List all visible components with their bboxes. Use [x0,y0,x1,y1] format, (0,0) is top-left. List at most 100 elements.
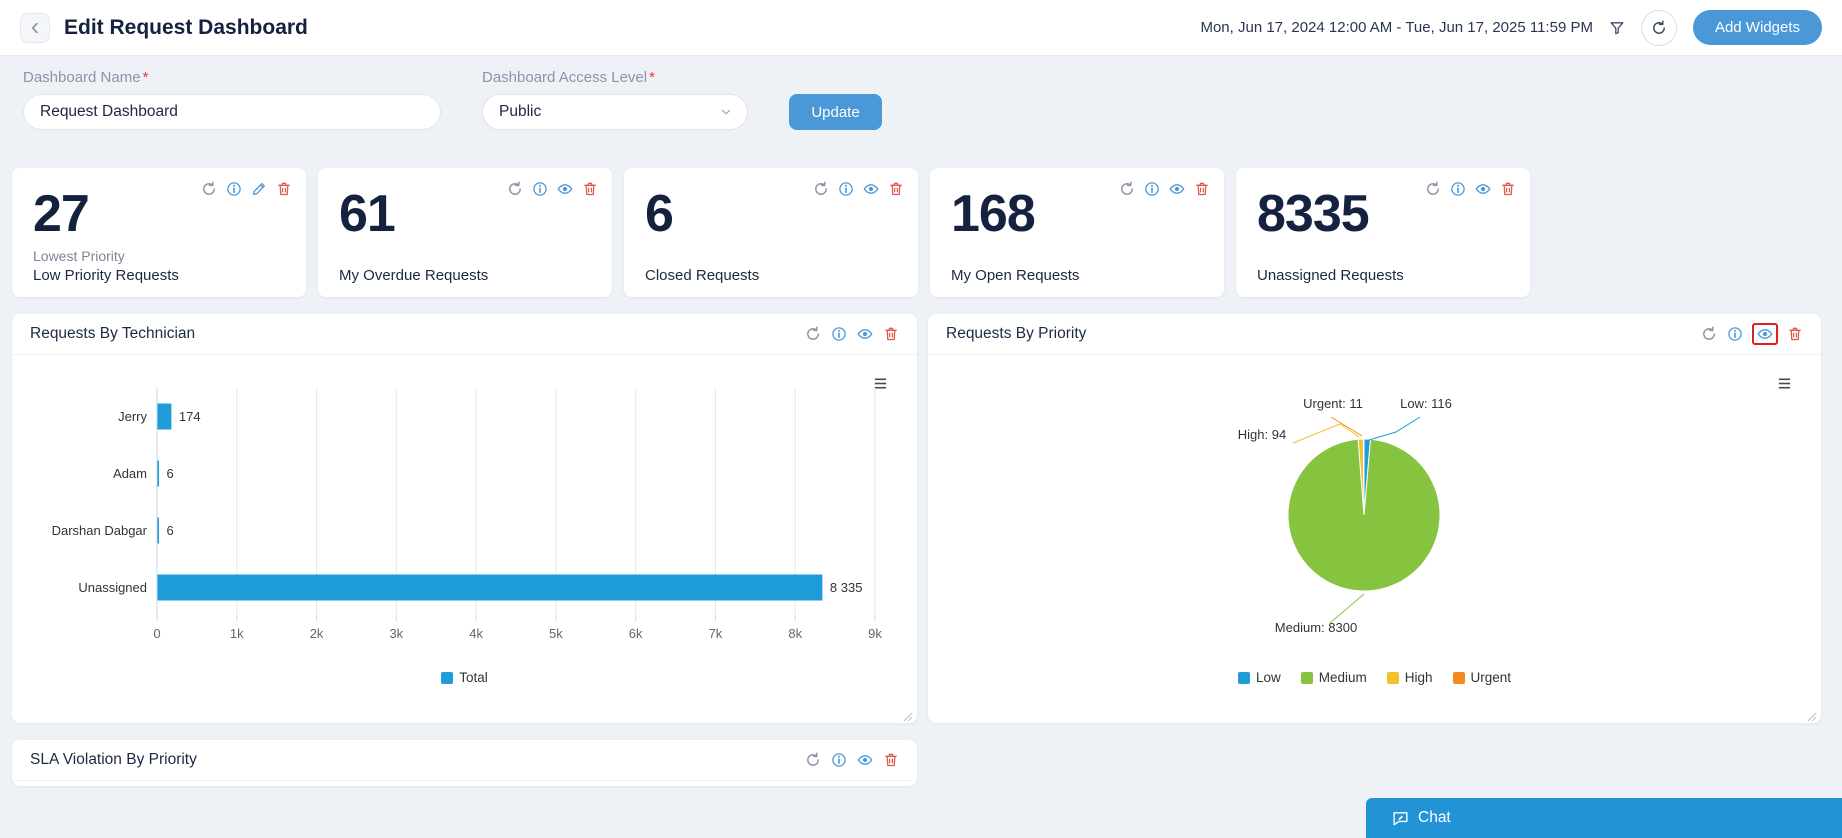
widget-requests-by-priority: Requests By Priority Low: 116Medium: 830… [928,314,1821,723]
trash-icon[interactable] [883,752,899,768]
back-button[interactable] [20,13,50,43]
pie-data-label: Urgent: 11 [1303,396,1363,411]
dashboard-name-label: Dashboard Name* [23,69,148,86]
refresh-icon[interactable] [201,181,217,197]
resize-handle[interactable] [1807,709,1817,719]
legend-item-high[interactable]: High [1387,670,1433,685]
trash-icon[interactable] [276,181,292,197]
filter-icon[interactable] [1609,20,1625,36]
legend-label: Medium [1319,670,1367,685]
widget-title: Requests By Technician [30,325,195,343]
trash-icon[interactable] [1500,181,1516,197]
refresh-icon[interactable] [805,326,821,342]
refresh-icon [1651,20,1667,36]
pie-data-label: Low: 116 [1400,396,1452,411]
refresh-icon[interactable] [1425,181,1441,197]
pie-data-label: High: 94 [1238,427,1286,442]
svg-text:Unassigned: Unassigned [78,580,147,595]
trash-icon[interactable] [582,181,598,197]
stat-title: Low Priority Requests [33,266,179,286]
info-icon[interactable] [532,181,548,197]
eye-icon[interactable] [1757,326,1773,342]
refresh-icon[interactable] [813,181,829,197]
highlight-box [1752,323,1778,345]
legend-item-medium[interactable]: Medium [1301,670,1367,685]
stat-value: 6 [645,188,673,240]
eye-icon[interactable] [857,752,873,768]
trash-icon[interactable] [1194,181,1210,197]
refresh-icon[interactable] [1119,181,1135,197]
legend-swatch [1238,672,1250,684]
info-icon[interactable] [1450,181,1466,197]
info-icon[interactable] [838,181,854,197]
svg-text:7k: 7k [709,626,723,641]
legend-swatch [1301,672,1313,684]
trash-icon[interactable] [883,326,899,342]
info-icon[interactable] [1727,326,1743,342]
svg-text:5k: 5k [549,626,563,641]
stat-card-my-overdue: 61 My Overdue Requests [318,168,612,297]
pie-data-label: Medium: 8300 [1275,620,1357,635]
resize-handle[interactable] [903,709,913,719]
eye-icon[interactable] [857,326,873,342]
required-marker: * [143,69,149,86]
stat-title: My Open Requests [951,266,1079,286]
dashboard-name-input[interactable] [23,94,441,130]
legend-item-low[interactable]: Low [1238,670,1281,685]
legend-swatch [441,672,453,684]
stat-value: 168 [951,188,1035,240]
svg-text:2k: 2k [310,626,324,641]
legend-item-urgent[interactable]: Urgent [1453,670,1512,685]
widget-sla-violation-by-priority: SLA Violation By Priority [12,740,917,786]
required-marker: * [649,69,655,86]
legend-item-total[interactable]: Total [441,670,488,685]
refresh-dashboard-button[interactable] [1641,10,1677,46]
eye-icon[interactable] [557,181,573,197]
stat-card-low-priority: 27 Lowest Priority Low Priority Requests [12,168,306,297]
eye-icon[interactable] [1475,181,1491,197]
page-title: Edit Request Dashboard [64,16,308,40]
stat-card-row: 27 Lowest Priority Low Priority Requests… [12,168,1530,297]
svg-text:174: 174 [179,409,201,424]
bar-darshan-dabgar[interactable] [158,518,160,544]
pie-slice-urgent[interactable] [1363,439,1364,515]
svg-text:6: 6 [167,466,174,481]
info-icon[interactable] [226,181,242,197]
access-level-select[interactable]: Public [482,94,748,130]
update-button[interactable]: Update [789,94,882,130]
widget-title: SLA Violation By Priority [30,751,197,769]
trash-icon[interactable] [888,181,904,197]
info-icon[interactable] [1144,181,1160,197]
svg-text:Adam: Adam [113,466,147,481]
legend-label: Total [459,670,488,685]
svg-text:6: 6 [167,523,174,538]
bar-jerry[interactable] [158,404,172,430]
bar-chart[interactable]: 01k2k3k4k5k6k7k8k9kJerry174Adam6Darshan … [12,360,902,652]
stat-value: 27 [33,188,89,240]
bar-adam[interactable] [158,461,160,487]
edit-icon[interactable] [251,181,267,197]
stat-subtitle: Lowest Priority [33,247,179,265]
eye-icon[interactable] [863,181,879,197]
legend-label: Low [1256,670,1281,685]
refresh-icon[interactable] [1701,326,1717,342]
info-icon[interactable] [831,752,847,768]
access-level-label: Dashboard Access Level* [482,69,655,86]
stat-card-my-open: 168 My Open Requests [930,168,1224,297]
chat-bar[interactable]: Chat [1366,798,1842,838]
refresh-icon[interactable] [507,181,523,197]
eye-icon[interactable] [1169,181,1185,197]
date-range-picker[interactable]: Mon, Jun 17, 2024 12:00 AM - Tue, Jun 17… [1200,19,1592,36]
chat-label: Chat [1418,809,1451,827]
chevron-down-icon [719,105,733,119]
access-level-value: Public [499,103,541,121]
pie-chart[interactable]: Low: 116 Medium: 8300 High: 94 Urgent: 11 [928,360,1821,670]
widget-requests-by-technician: Requests By Technician 01k2k3k4k5k6k7k8k… [12,314,917,723]
info-icon[interactable] [831,326,847,342]
add-widgets-button[interactable]: Add Widgets [1693,10,1822,45]
legend-label: Urgent [1471,670,1512,685]
refresh-icon[interactable] [805,752,821,768]
bar-unassigned[interactable] [158,575,823,601]
trash-icon[interactable] [1787,326,1803,342]
svg-text:3k: 3k [389,626,403,641]
